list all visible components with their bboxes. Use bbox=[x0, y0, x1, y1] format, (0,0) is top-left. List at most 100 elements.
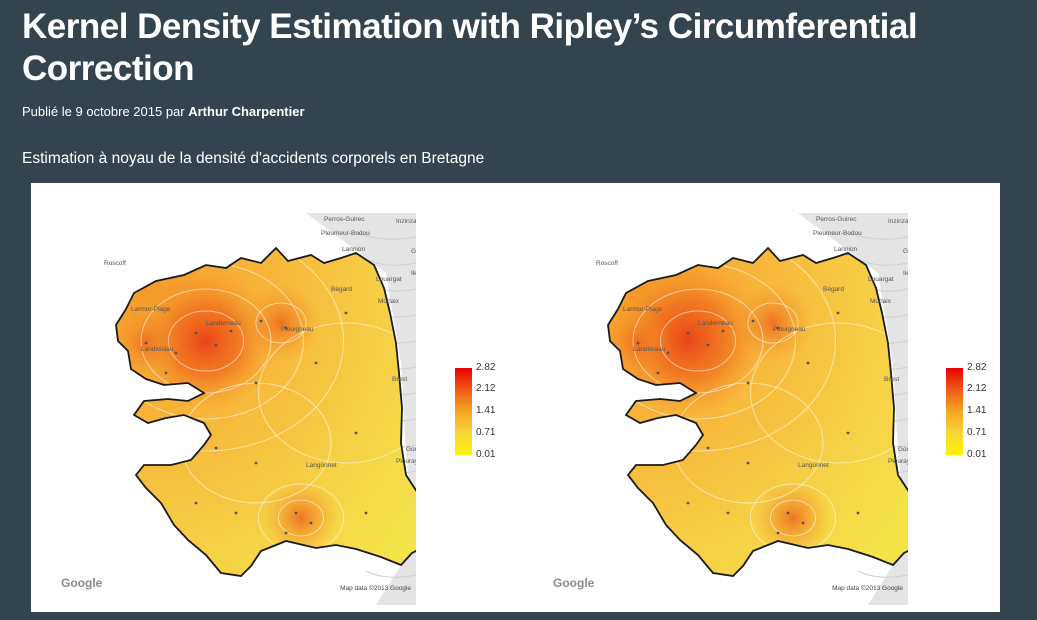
accident-point bbox=[656, 371, 660, 375]
density-map-svg: Perros-Guirec Pleumeur-Bodou Lannion Roscof… bbox=[548, 213, 908, 605]
accident-point bbox=[726, 511, 730, 515]
legend-tick: 0.01 bbox=[476, 449, 496, 460]
density-map-svg: Perros-Guirec Pleumeur-Bodou Lannion Roscof… bbox=[56, 213, 416, 605]
legend-tick: 1.41 bbox=[476, 405, 496, 416]
accident-point bbox=[214, 343, 218, 347]
accident-point bbox=[801, 521, 805, 525]
place-label: Inzinzac-Lochrist bbox=[396, 218, 416, 225]
accident-point bbox=[686, 331, 690, 335]
accident-point bbox=[364, 511, 368, 515]
accident-point bbox=[806, 361, 810, 365]
place-label: Pleumeur-Bodou bbox=[321, 230, 370, 237]
place-label: Larmor-Plage bbox=[623, 306, 663, 313]
place-label: Langonnet bbox=[306, 462, 337, 469]
place-label: Plouigneau bbox=[773, 326, 806, 333]
accident-point bbox=[314, 361, 318, 365]
accident-point bbox=[706, 343, 710, 347]
accident-point bbox=[254, 461, 258, 465]
legend-tick: 0.71 bbox=[476, 427, 496, 438]
place-label: Louargat bbox=[376, 276, 402, 283]
figure-caption: Estimation à noyau de la densité d'accid… bbox=[22, 150, 485, 167]
legend-left: 2.82 2.12 1.41 0.71 0.01 bbox=[455, 362, 515, 460]
place-label: Plouray bbox=[888, 458, 908, 465]
place-label: Roscoff bbox=[596, 260, 618, 267]
place-label: Perros-Guirec bbox=[324, 216, 365, 223]
place-label: Gourin bbox=[406, 446, 416, 453]
accident-point bbox=[751, 319, 755, 323]
accident-point bbox=[194, 331, 198, 335]
accident-point bbox=[259, 319, 263, 323]
accident-point bbox=[309, 521, 313, 525]
accident-point bbox=[836, 311, 840, 315]
place-label: Plouray bbox=[396, 458, 416, 465]
accident-point bbox=[194, 501, 198, 505]
accident-point bbox=[294, 511, 298, 515]
accident-point bbox=[636, 341, 640, 345]
place-label: Landivisiau bbox=[633, 346, 666, 353]
place-label: Bégard bbox=[331, 286, 352, 293]
place-label: Lannion bbox=[834, 246, 858, 253]
accident-point bbox=[721, 329, 725, 333]
map-attribution: Map data ©2013 Google bbox=[340, 584, 411, 592]
accident-point bbox=[174, 351, 178, 355]
place-label: Landivisiau bbox=[141, 346, 174, 353]
place-label: Guidel bbox=[411, 248, 416, 255]
density-map-left: Perros-Guirec Pleumeur-Bodou Lannion Roscof… bbox=[56, 213, 416, 605]
accident-point bbox=[354, 431, 358, 435]
accident-point bbox=[229, 329, 233, 333]
legend-tick: 0.71 bbox=[967, 427, 987, 438]
place-label: Ile d'Ouessant bbox=[411, 270, 416, 277]
google-logo: Google bbox=[61, 576, 103, 590]
accident-point bbox=[786, 511, 790, 515]
accident-point bbox=[746, 461, 750, 465]
place-label: Ile d'Ouessant bbox=[903, 270, 908, 277]
place-label: Landerneau bbox=[206, 320, 241, 327]
accident-point bbox=[856, 511, 860, 515]
place-label: Landerneau bbox=[698, 320, 733, 327]
google-logo: Google bbox=[553, 576, 595, 590]
place-label: Langonnet bbox=[798, 462, 829, 469]
place-label: Perros-Guirec bbox=[816, 216, 857, 223]
accident-point bbox=[284, 531, 288, 535]
accident-point bbox=[686, 501, 690, 505]
legend-colorbar bbox=[455, 368, 472, 455]
figure-image: Perros-Guirec Pleumeur-Bodou Lannion Roscof… bbox=[31, 183, 1000, 612]
place-label: Brest bbox=[884, 376, 899, 383]
place-label: Louargat bbox=[868, 276, 894, 283]
accident-point bbox=[234, 511, 238, 515]
place-label: Inzinzac-Lochrist bbox=[888, 218, 908, 225]
legend-colorbar bbox=[946, 368, 963, 455]
accident-point bbox=[254, 381, 258, 385]
density-map-right: Perros-Guirec Pleumeur-Bodou Lannion Roscof… bbox=[548, 213, 908, 605]
accident-point bbox=[776, 531, 780, 535]
place-label: Plouigneau bbox=[281, 326, 314, 333]
place-label: Guidel bbox=[903, 248, 908, 255]
post-meta: Publié le 9 octobre 2015 par Arthur Char… bbox=[22, 103, 305, 121]
page-title: Kernel Density Estimation with Ripley’s … bbox=[22, 7, 918, 88]
accident-point bbox=[846, 431, 850, 435]
legend-tick: 2.82 bbox=[476, 362, 496, 373]
place-label: Gourin bbox=[898, 446, 908, 453]
accident-point bbox=[164, 371, 168, 375]
place-label: Brest bbox=[392, 376, 407, 383]
author-link[interactable]: Arthur Charpentier bbox=[188, 104, 304, 119]
place-label: Bégard bbox=[823, 286, 844, 293]
legend-tick: 1.41 bbox=[967, 405, 987, 416]
published-date: Publié le 9 octobre 2015 par bbox=[22, 104, 189, 119]
accident-point bbox=[666, 351, 670, 355]
legend-tick: 2.12 bbox=[476, 383, 496, 394]
legend-right: 2.82 2.12 1.41 0.71 0.01 bbox=[946, 362, 1006, 460]
accident-point bbox=[144, 341, 148, 345]
place-label: Morlaix bbox=[378, 298, 400, 305]
place-label: Roscoff bbox=[104, 260, 126, 267]
place-label: Pleumeur-Bodou bbox=[813, 230, 862, 237]
accident-point bbox=[746, 381, 750, 385]
map-attribution: Map data ©2013 Google bbox=[832, 584, 903, 592]
legend-tick: 2.12 bbox=[967, 383, 987, 394]
legend-tick: 0.01 bbox=[967, 449, 987, 460]
accident-point bbox=[706, 446, 710, 450]
place-label: Morlaix bbox=[870, 298, 892, 305]
accident-point bbox=[214, 446, 218, 450]
place-label: Larmor-Plage bbox=[131, 306, 171, 313]
place-label: Lannion bbox=[342, 246, 366, 253]
